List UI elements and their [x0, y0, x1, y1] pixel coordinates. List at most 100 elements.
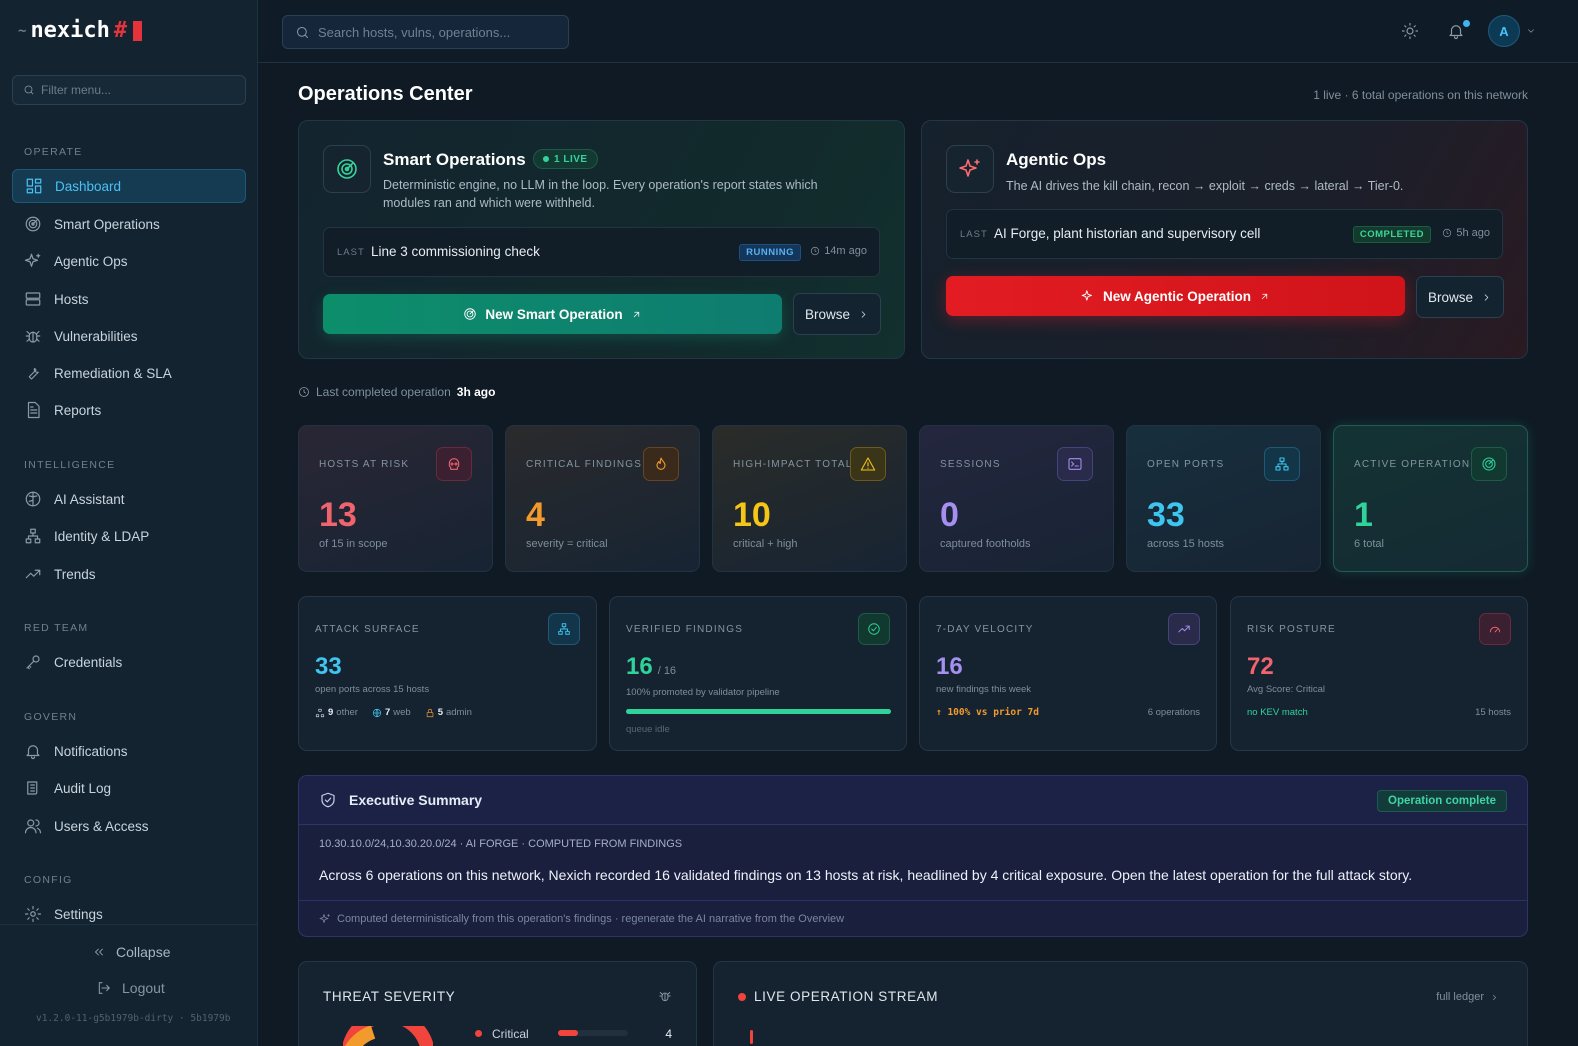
shield-check-icon — [321, 792, 335, 808]
new-smart-operation-button[interactable]: New Smart Operation — [323, 294, 782, 334]
stat-icon-tile — [850, 447, 886, 481]
wrench-icon — [28, 367, 39, 380]
last-label: LAST — [960, 229, 988, 240]
smart-ops-description: Deterministic engine, no LLM in the loop… — [383, 178, 818, 210]
flame-icon — [656, 457, 666, 470]
stat-high-impact-total[interactable]: HIGH-IMPACT TOTAL 10 critical + high — [712, 425, 907, 572]
admin-label: admin — [445, 707, 472, 718]
agentic-last-operation[interactable]: LAST AI Forge, plant historian and super… — [946, 209, 1503, 259]
breakdown-admin: 5 admin — [425, 707, 472, 718]
threat-severity-card: THREAT SEVERITY Critical 4 — [298, 961, 697, 1046]
trend-up-icon — [25, 569, 41, 579]
sidebar-item-agentic-ops[interactable]: Agentic Ops — [12, 244, 246, 278]
live-stream-title: LIVE OPERATION STREAM — [754, 989, 939, 1004]
logout-button[interactable]: Logout — [96, 980, 165, 996]
agentic-ops-description: The AI drives the kill chain, recon → ex… — [1006, 179, 1404, 193]
smart-browse-button[interactable]: Browse — [793, 293, 881, 335]
filter-menu-input[interactable]: Filter menu... — [12, 75, 246, 105]
stat-value: 1 — [1354, 496, 1373, 534]
last-completed-operation: Last completed operation 3h ago — [298, 385, 495, 399]
new-agentic-operation-button[interactable]: New Agentic Operation — [946, 276, 1405, 316]
verified-progress-track — [626, 709, 891, 714]
sidebar-item-hosts[interactable]: Hosts — [12, 282, 246, 316]
sidebar-item-label: Credentials — [54, 654, 123, 670]
sidebar-item-audit-log[interactable]: Audit Log — [12, 771, 246, 805]
hierarchy-icon — [25, 528, 41, 544]
status-badge-running: RUNNING — [739, 244, 801, 261]
chevron-right-icon — [1493, 994, 1496, 1000]
sidebar-divider — [0, 924, 257, 925]
user-avatar[interactable]: A — [1488, 15, 1520, 47]
notification-dot — [1463, 20, 1470, 27]
theme-toggle-sun-icon[interactable] — [1401, 22, 1419, 40]
dashboard-icon — [26, 178, 42, 194]
collapse-label: Collapse — [116, 944, 171, 960]
metric-verified-findings[interactable]: VERIFIED FINDINGS 16 / 16 100% promoted b… — [609, 596, 907, 751]
page-title: Operations Center — [298, 83, 473, 105]
metric-sub: Avg Score: Critical — [1247, 684, 1325, 695]
bug-icon — [25, 330, 41, 343]
sidebar-item-ai-assistant[interactable]: AI Assistant — [12, 482, 246, 516]
last-operation-ago: 14m ago — [810, 245, 867, 257]
legend-dot — [475, 1030, 482, 1037]
sidebar-item-label: Remediation & SLA — [54, 365, 172, 381]
sidebar-item-settings[interactable]: Settings — [12, 897, 246, 931]
executive-summary-title: Executive Summary — [349, 792, 483, 808]
live-operation-stream-card: LIVE OPERATION STREAM full ledger — [713, 961, 1528, 1046]
sidebar-item-trends[interactable]: Trends — [12, 557, 246, 591]
sidebar-item-credentials[interactable]: Credentials — [12, 645, 246, 679]
smart-last-operation[interactable]: LAST Line 3 commissioning check RUNNING … — [323, 227, 880, 277]
sidebar-item-label: Identity & LDAP — [54, 528, 150, 544]
sidebar-item-users-access[interactable]: Users & Access — [12, 809, 246, 843]
brand-name: nexich — [30, 18, 110, 43]
sidebar-item-identity[interactable]: Identity & LDAP — [12, 519, 246, 553]
sidebar-item-remediation[interactable]: Remediation & SLA — [12, 356, 246, 390]
sidebar-item-smart-operations[interactable]: Smart Operations — [12, 207, 246, 241]
stat-icon-tile — [643, 447, 679, 481]
metric-risk-posture[interactable]: RISK POSTURE 72 Avg Score: Critical no K… — [1230, 596, 1528, 751]
collapse-button[interactable]: Collapse — [92, 944, 170, 960]
arrow-up-right-icon — [633, 311, 639, 317]
search-icon — [297, 26, 308, 38]
legend-bar-track — [558, 1030, 628, 1036]
breakdown-other: 9 other — [315, 707, 358, 718]
breakdown-web: 7 web — [372, 707, 411, 718]
section-govern: GOVERN — [24, 711, 78, 723]
stat-value: 13 — [319, 496, 357, 534]
stat-critical-findings[interactable]: CRITICAL FINDINGS 4 severity = critical — [505, 425, 700, 572]
sidebar-item-vulnerabilities[interactable]: Vulnerabilities — [12, 319, 246, 353]
stat-open-ports[interactable]: OPEN PORTS 33 across 15 hosts — [1126, 425, 1321, 572]
executive-summary: Executive Summary Operation complete 10.… — [298, 775, 1528, 937]
sidebar-item-reports[interactable]: Reports — [12, 393, 246, 427]
agentic-browse-button[interactable]: Browse — [1416, 276, 1504, 318]
brand-logo[interactable]: ~ nexich # — [18, 18, 143, 43]
section-intelligence: INTELLIGENCE — [24, 459, 116, 471]
web-count: 7 — [384, 707, 391, 718]
stat-label: SESSIONS — [940, 459, 1001, 470]
metric-7day-velocity[interactable]: 7-DAY VELOCITY 16 new findings this week… — [919, 596, 1217, 751]
last-completed-value: 3h ago — [456, 385, 496, 399]
executive-summary-meta: 10.30.10.0/24,10.30.20.0/24 · AI FORGE ·… — [319, 838, 683, 850]
radar-icon — [1482, 457, 1496, 471]
metric-value: 33 — [315, 653, 342, 680]
global-search-input[interactable]: Search hosts, vulns, operations... — [282, 15, 569, 49]
legend-value: 4 — [665, 1027, 672, 1041]
stat-icon-tile — [1057, 447, 1093, 481]
radar-icon — [25, 216, 41, 232]
metric-icon-tile — [548, 613, 580, 645]
metric-attack-surface[interactable]: ATTACK SURFACE 33 open ports across 15 h… — [298, 596, 597, 751]
chevron-down-icon[interactable] — [1526, 26, 1536, 36]
threat-severity-title: THREAT SEVERITY — [323, 989, 456, 1004]
stat-sessions[interactable]: SESSIONS 0 captured footholds — [919, 425, 1114, 572]
button-label: New Agentic Operation — [1102, 288, 1252, 304]
sidebar-item-label: Settings — [54, 906, 103, 922]
chevrons-left-icon — [95, 948, 103, 956]
stat-hosts-at-risk[interactable]: HOSTS AT RISK 13 of 15 in scope — [298, 425, 493, 572]
topbar: Search hosts, vulns, operations... A — [258, 0, 1578, 63]
full-ledger-link[interactable]: full ledger — [1436, 991, 1499, 1003]
sidebar-item-notifications[interactable]: Notifications — [12, 734, 246, 768]
stat-active-operations[interactable]: ACTIVE OPERATIONS 1 6 total — [1333, 425, 1528, 572]
sidebar-item-label: Notifications — [54, 743, 128, 759]
velocity-trend: ↑ 100% vs prior 7d — [936, 707, 1039, 718]
sidebar-item-dashboard[interactable]: Dashboard — [12, 169, 246, 203]
